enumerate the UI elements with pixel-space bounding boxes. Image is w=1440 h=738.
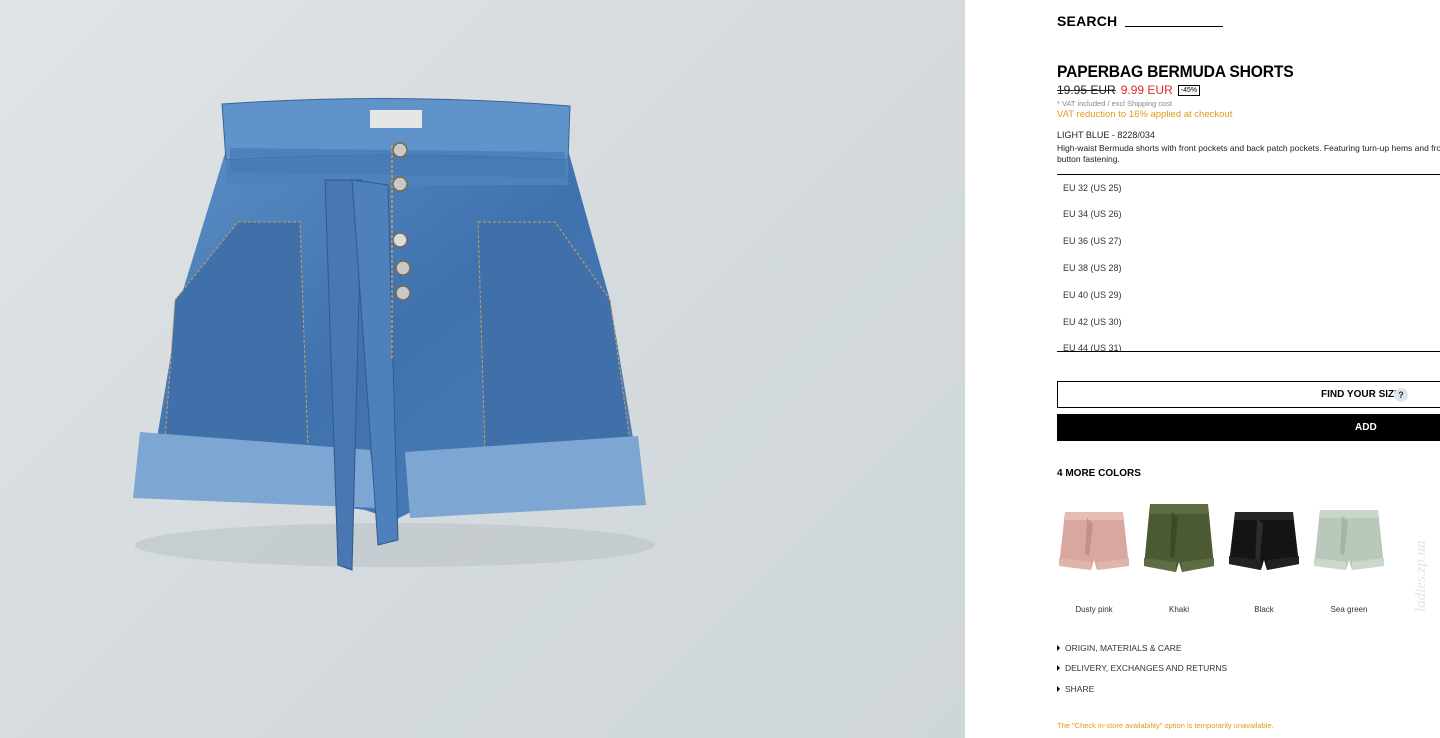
color-option-black[interactable]: Black bbox=[1227, 500, 1301, 614]
search-label[interactable]: SEARCH bbox=[1057, 13, 1117, 29]
accordion-label: DELIVERY, EXCHANGES AND RETURNS bbox=[1065, 663, 1228, 673]
caret-right-icon bbox=[1057, 686, 1060, 692]
help-icon[interactable]: ? bbox=[1394, 388, 1408, 402]
sale-price: 9.99 EUR bbox=[1120, 83, 1173, 97]
product-info-panel: SEARCH PAPERBAG BERMUDA SHORTS 19.95 EUR… bbox=[965, 0, 1440, 738]
vat-note: * VAT included / excl Shipping cost bbox=[1057, 99, 1173, 108]
dusty-pink-shorts-thumbnail[interactable] bbox=[1057, 500, 1131, 580]
add-label: ADD bbox=[1355, 422, 1377, 433]
size-option[interactable]: EU 34 (US 26) bbox=[1057, 201, 1440, 228]
color-reference: LIGHT BLUE - 8228/034 bbox=[1057, 130, 1155, 140]
color-label: Dusty pink bbox=[1075, 605, 1113, 614]
color-label: Khaki bbox=[1168, 605, 1189, 614]
color-label: Sea green bbox=[1330, 605, 1368, 614]
caret-right-icon bbox=[1057, 645, 1060, 651]
accordion-label: ORIGIN, MATERIALS & CARE bbox=[1065, 643, 1182, 653]
size-option[interactable]: EU 44 (US 31) bbox=[1057, 335, 1440, 351]
size-option[interactable]: EU 36 (US 27) bbox=[1057, 228, 1440, 255]
color-option-khaki[interactable]: Khaki bbox=[1142, 500, 1216, 614]
product-description: High-waist Bermuda shorts with front poc… bbox=[1057, 143, 1440, 164]
caret-right-icon bbox=[1057, 665, 1060, 671]
color-label: Black bbox=[1254, 605, 1274, 614]
size-option[interactable]: EU 38 (US 28) bbox=[1057, 255, 1440, 282]
search-underline[interactable] bbox=[1125, 26, 1224, 27]
sea-green-shorts-thumbnail[interactable] bbox=[1312, 500, 1386, 580]
color-option-dusty-pink[interactable]: Dusty pink bbox=[1057, 500, 1131, 614]
search-field[interactable]: SEARCH bbox=[1057, 13, 1224, 29]
accordion-origin-materials-care[interactable]: ORIGIN, MATERIALS & CARE bbox=[1057, 643, 1182, 653]
availability-notice: The "Check in-store availability" option… bbox=[1057, 721, 1274, 730]
color-option-sea-green[interactable]: Sea green bbox=[1312, 500, 1386, 614]
khaki-shorts-thumbnail[interactable] bbox=[1142, 500, 1216, 580]
size-selector[interactable]: EU 32 (US 25) EU 34 (US 26) EU 36 (US 27… bbox=[1057, 174, 1440, 352]
accordion-share[interactable]: SHARE bbox=[1057, 684, 1094, 694]
size-option[interactable]: EU 42 (US 30) bbox=[1057, 308, 1440, 335]
price-row: 19.95 EUR 9.99 EUR -45% bbox=[1057, 83, 1201, 97]
accordion-delivery-exchanges-returns[interactable]: DELIVERY, EXCHANGES AND RETURNS bbox=[1057, 663, 1227, 673]
accordion-label: SHARE bbox=[1065, 684, 1095, 694]
product-title: PAPERBAG BERMUDA SHORTS bbox=[1057, 62, 1294, 81]
product-photo[interactable] bbox=[0, 0, 965, 738]
add-to-cart-button[interactable]: ADD bbox=[1057, 414, 1440, 441]
vat-reduction-note: VAT reduction to 16% applied at checkout bbox=[1057, 109, 1233, 120]
size-option[interactable]: EU 32 (US 25) bbox=[1057, 175, 1440, 201]
find-your-size-button[interactable]: FIND YOUR SIZE ? bbox=[1057, 381, 1440, 408]
find-your-size-label: FIND YOUR SIZE bbox=[1321, 389, 1401, 400]
black-shorts-thumbnail[interactable] bbox=[1227, 500, 1301, 580]
discount-badge: -45% bbox=[1177, 84, 1201, 96]
product-image-panel bbox=[0, 0, 965, 738]
more-colors-heading: 4 MORE COLORS bbox=[1057, 468, 1141, 479]
old-price: 19.95 EUR bbox=[1057, 83, 1116, 97]
watermark: ladies.zp.ua bbox=[1413, 540, 1429, 612]
size-option[interactable]: EU 40 (US 29) bbox=[1057, 281, 1440, 308]
